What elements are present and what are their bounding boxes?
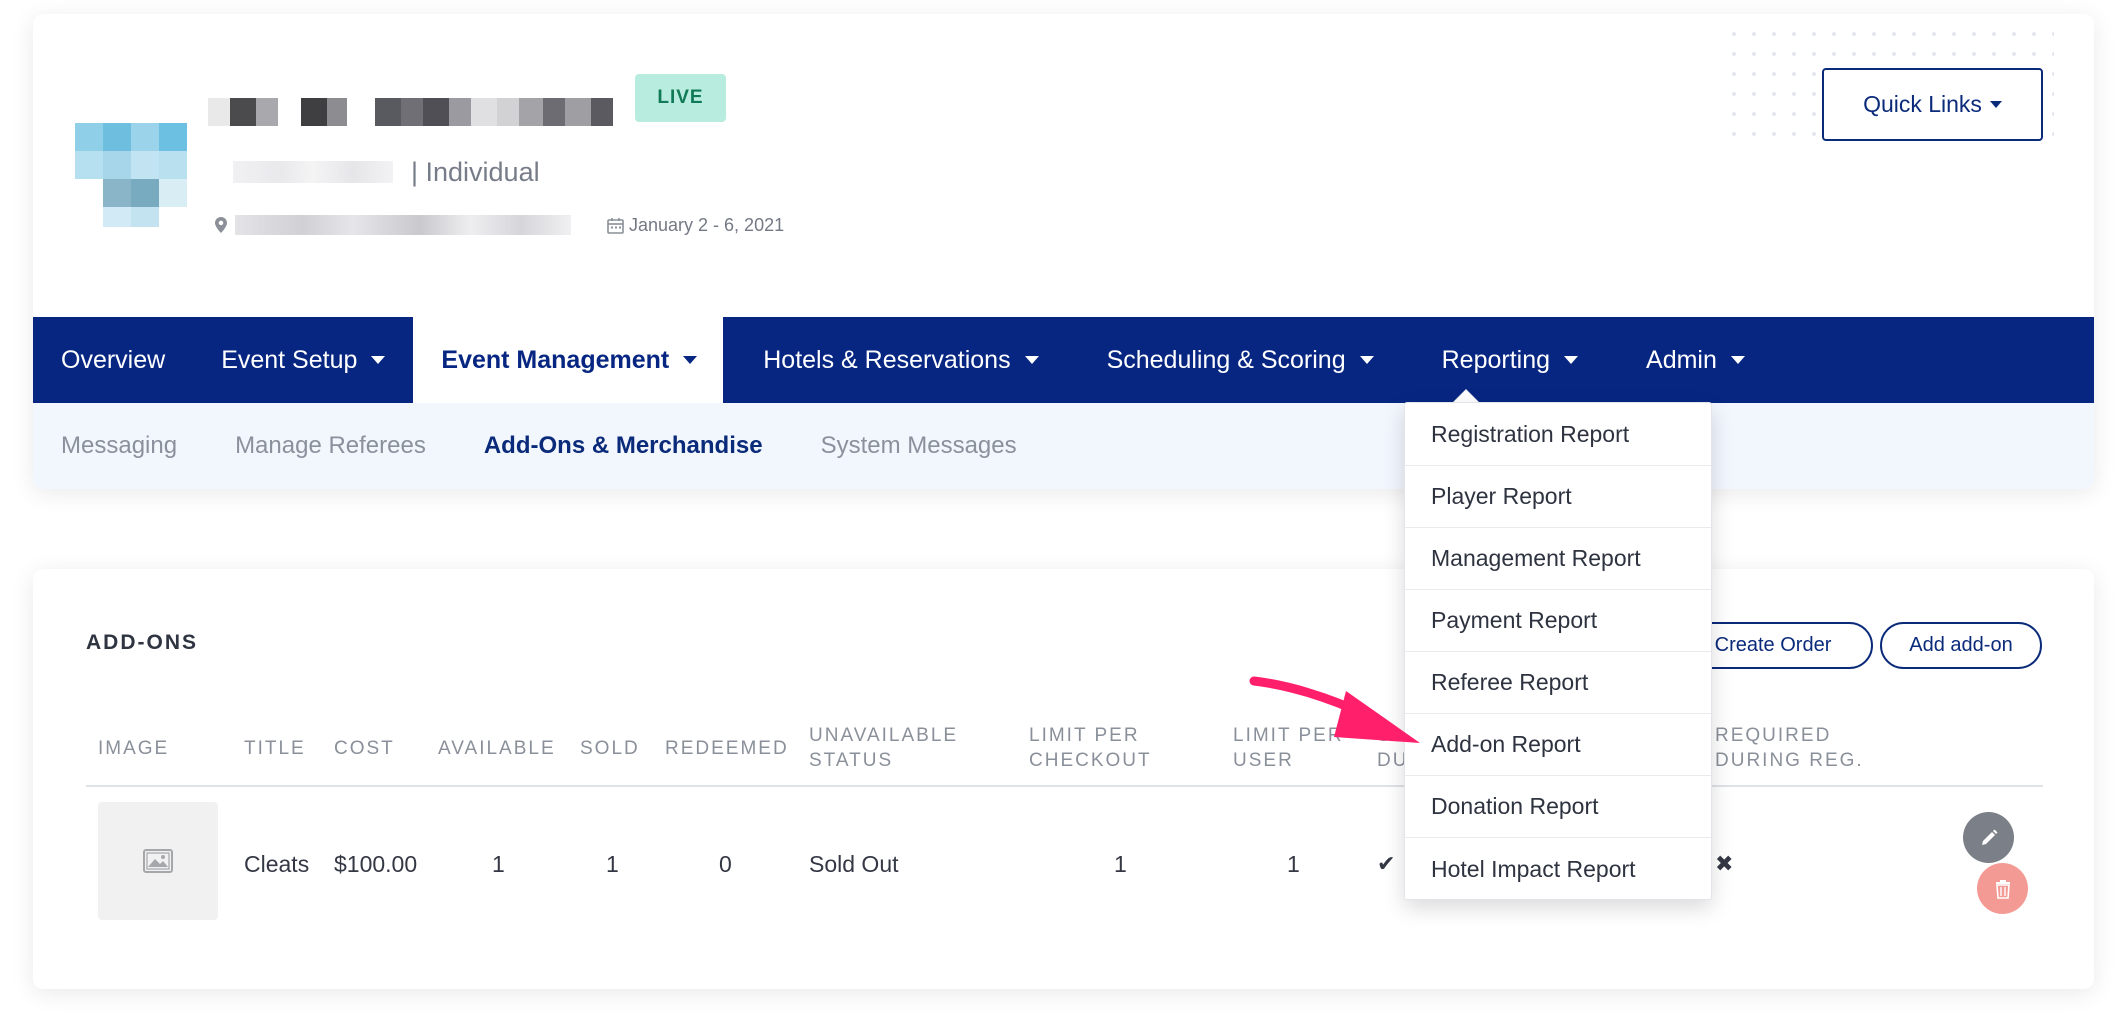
event-title-redacted: [208, 82, 613, 126]
nav-admin[interactable]: Admin: [1606, 317, 1773, 403]
nav-event-setup[interactable]: Event Setup: [193, 317, 413, 403]
header-line: STATUS: [809, 750, 894, 771]
column-header-image: IMAGE: [98, 738, 170, 759]
menu-item-registration-report[interactable]: Registration Report: [1405, 403, 1711, 466]
addons-section-title: ADD-ONS: [86, 631, 198, 654]
nav-label: Admin: [1646, 345, 1717, 374]
subnav-addons-merchandise[interactable]: Add-Ons & Merchandise: [454, 432, 791, 460]
event-logo: [75, 109, 197, 227]
main-navigation: Overview Event Setup Event Management Ho…: [33, 317, 2094, 403]
nav-label: Event Management: [441, 345, 670, 374]
reporting-dropdown-menu: Registration Report Player Report Manage…: [1404, 402, 1712, 900]
chevron-down-icon: [371, 356, 386, 364]
delete-addon-button[interactable]: [1977, 863, 2028, 914]
header-line: DURING REG.: [1715, 750, 1864, 771]
cell-limit-per-checkout: 1: [1114, 851, 1127, 877]
nav-hotels-reservations[interactable]: Hotels & Reservations: [723, 317, 1066, 403]
nav-label: Event Setup: [221, 345, 358, 374]
nav-overview[interactable]: Overview: [33, 317, 193, 403]
column-header-cost: COST: [334, 738, 395, 759]
add-addon-button[interactable]: Add add-on: [1880, 622, 2042, 669]
check-icon: ✔: [1377, 851, 1396, 876]
quick-links-button[interactable]: Quick Links: [1822, 68, 2043, 141]
live-status-badge: LIVE: [635, 74, 726, 122]
menu-item-donation-report[interactable]: Donation Report: [1405, 776, 1711, 838]
column-header-limit-per-checkout: LIMIT PER CHECKOUT: [1029, 723, 1152, 773]
x-icon: ✖: [1715, 851, 1734, 876]
pencil-icon: [1981, 829, 1997, 845]
chevron-down-icon: [1564, 356, 1579, 364]
cell-available: 1: [492, 851, 505, 877]
subnav-system-messages[interactable]: System Messages: [791, 432, 1045, 460]
menu-item-player-report[interactable]: Player Report: [1405, 466, 1711, 528]
header-line: LIMIT PER: [1029, 725, 1140, 746]
event-location-date: January 2 - 6, 2021: [215, 210, 784, 240]
subnav-messaging[interactable]: Messaging: [33, 432, 205, 460]
event-type-text: | Individual: [411, 156, 540, 187]
nav-label: Hotels & Reservations: [763, 345, 1011, 374]
menu-item-addon-report[interactable]: Add-on Report: [1405, 714, 1711, 776]
nav-scheduling-scoring[interactable]: Scheduling & Scoring: [1067, 317, 1402, 403]
event-subtitle: | Individual: [233, 152, 540, 192]
chevron-down-icon: [1359, 356, 1374, 364]
image-icon: [143, 849, 173, 873]
cell-redeemed: 0: [719, 851, 732, 877]
nav-label: Overview: [61, 345, 166, 374]
event-date: January 2 - 6, 2021: [629, 214, 785, 235]
header-line: UNAVAILABLE: [809, 725, 959, 746]
event-sport-redacted: [233, 161, 393, 183]
nav-label: Reporting: [1441, 345, 1551, 374]
addons-card: ADD-ONS Create Order Add add-on IMAGE TI…: [33, 569, 2094, 989]
quick-links-label: Quick Links: [1863, 91, 1982, 117]
column-header-available: AVAILABLE: [438, 738, 556, 759]
header-line: REQUIRED: [1715, 725, 1832, 746]
annotation-arrow-icon: [1249, 676, 1420, 743]
header-line: CHECKOUT: [1029, 750, 1152, 771]
menu-item-referee-report[interactable]: Referee Report: [1405, 652, 1711, 714]
menu-item-management-report[interactable]: Management Report: [1405, 528, 1711, 590]
cell-limit-per-user: 1: [1287, 851, 1300, 877]
column-header-redeemed: REDEEMED: [665, 738, 789, 759]
chevron-down-icon: [683, 356, 698, 364]
nav-event-management[interactable]: Event Management: [413, 317, 724, 403]
column-header-unavailable-status: UNAVAILABLE STATUS: [809, 723, 958, 773]
chevron-down-icon: [1730, 356, 1745, 364]
nav-reporting[interactable]: Reporting: [1402, 317, 1606, 403]
column-header-title: TITLE: [244, 738, 306, 759]
chevron-down-icon: [1989, 101, 2002, 108]
column-header-sold: SOLD: [580, 738, 640, 759]
edit-addon-button[interactable]: [1963, 812, 2014, 863]
sub-navigation: Messaging Manage Referees Add-Ons & Merc…: [33, 403, 2094, 489]
chevron-down-icon: [1024, 356, 1039, 364]
menu-item-hotel-impact-report[interactable]: Hotel Impact Report: [1405, 838, 1711, 900]
column-header-required-during-reg: REQUIRED DURING REG.: [1715, 723, 1864, 773]
trash-icon: [1995, 879, 2010, 899]
event-location-redacted: [235, 215, 571, 235]
addon-image-placeholder: [98, 802, 218, 920]
table-header-divider: [86, 785, 2043, 787]
cell-unavailable-status: Sold Out: [809, 851, 899, 877]
menu-item-payment-report[interactable]: Payment Report: [1405, 590, 1711, 652]
nav-label: Scheduling & Scoring: [1106, 345, 1346, 374]
map-pin-icon: [215, 217, 227, 233]
cell-cost: $100.00: [334, 851, 418, 877]
cell-sold: 1: [606, 851, 619, 877]
calendar-icon: [607, 217, 624, 234]
cell-title: Cleats: [244, 851, 310, 877]
subnav-manage-referees[interactable]: Manage Referees: [205, 432, 454, 460]
event-header-card: LIVE | Individual January 2 - 6, 2021 Qu…: [33, 14, 2094, 489]
